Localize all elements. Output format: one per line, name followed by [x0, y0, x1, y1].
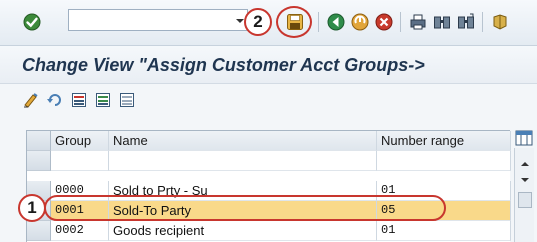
- vertical-scrollbar[interactable]: [514, 148, 534, 242]
- save-icon[interactable]: [285, 12, 305, 32]
- customer-account-groups-table: Group Name Number range 0000 Sold to Prt…: [26, 130, 511, 242]
- number-range-cell[interactable]: [377, 151, 511, 171]
- title-bar: Change View "Assign Customer Acct Groups…: [0, 46, 537, 84]
- group-cell[interactable]: [51, 151, 109, 171]
- column-header-name[interactable]: Name: [109, 131, 377, 151]
- page-title: Change View "Assign Customer Acct Groups…: [22, 55, 425, 75]
- command-field[interactable]: [68, 9, 248, 31]
- column-header-group[interactable]: Group: [51, 131, 109, 151]
- find-icon[interactable]: [432, 12, 452, 32]
- scroll-up-arrow-icon[interactable]: [519, 158, 531, 170]
- system-toolbar: 2: [0, 0, 537, 46]
- toolbar-separator: [400, 12, 401, 32]
- display-change-icon[interactable]: [22, 91, 40, 109]
- select-block-icon[interactable]: [94, 91, 112, 109]
- scroll-down-arrow-icon[interactable]: [519, 174, 531, 186]
- row-selector[interactable]: [27, 221, 51, 241]
- select-all-rows-cell[interactable]: [27, 131, 51, 151]
- name-cell[interactable]: [109, 151, 377, 171]
- exit-icon[interactable]: [350, 12, 370, 32]
- column-header-number-range[interactable]: Number range: [377, 131, 511, 151]
- row-highlight-ring: [44, 195, 446, 221]
- toolbar-separator: [318, 12, 319, 32]
- table-row[interactable]: 0002 Goods recipient 01: [27, 221, 511, 241]
- callout-step-2: 2: [244, 8, 272, 36]
- table-area: Group Name Number range 0000 Sold to Prt…: [0, 116, 537, 242]
- callout-step-1: 1: [18, 194, 46, 222]
- name-cell[interactable]: Goods recipient: [109, 221, 377, 241]
- print-icon[interactable]: [408, 12, 428, 32]
- ok-check-icon[interactable]: [22, 12, 42, 32]
- table-row[interactable]: [27, 151, 511, 171]
- find-next-icon[interactable]: [456, 12, 476, 32]
- number-range-cell[interactable]: 01: [377, 221, 511, 241]
- deselect-all-icon[interactable]: [118, 91, 136, 109]
- toolbar-separator: [482, 12, 483, 32]
- undo-icon[interactable]: [46, 91, 64, 109]
- select-all-icon[interactable]: [70, 91, 88, 109]
- layout-icon[interactable]: [490, 12, 510, 32]
- application-toolbar: [0, 84, 537, 116]
- table-header-row: Group Name Number range: [27, 131, 511, 151]
- cancel-icon[interactable]: [374, 12, 394, 32]
- table-settings-icon[interactable]: [515, 130, 533, 146]
- group-cell[interactable]: 0002: [51, 221, 109, 241]
- scroll-thumb[interactable]: [518, 192, 532, 208]
- back-icon[interactable]: [326, 12, 346, 32]
- row-selector[interactable]: [27, 151, 51, 171]
